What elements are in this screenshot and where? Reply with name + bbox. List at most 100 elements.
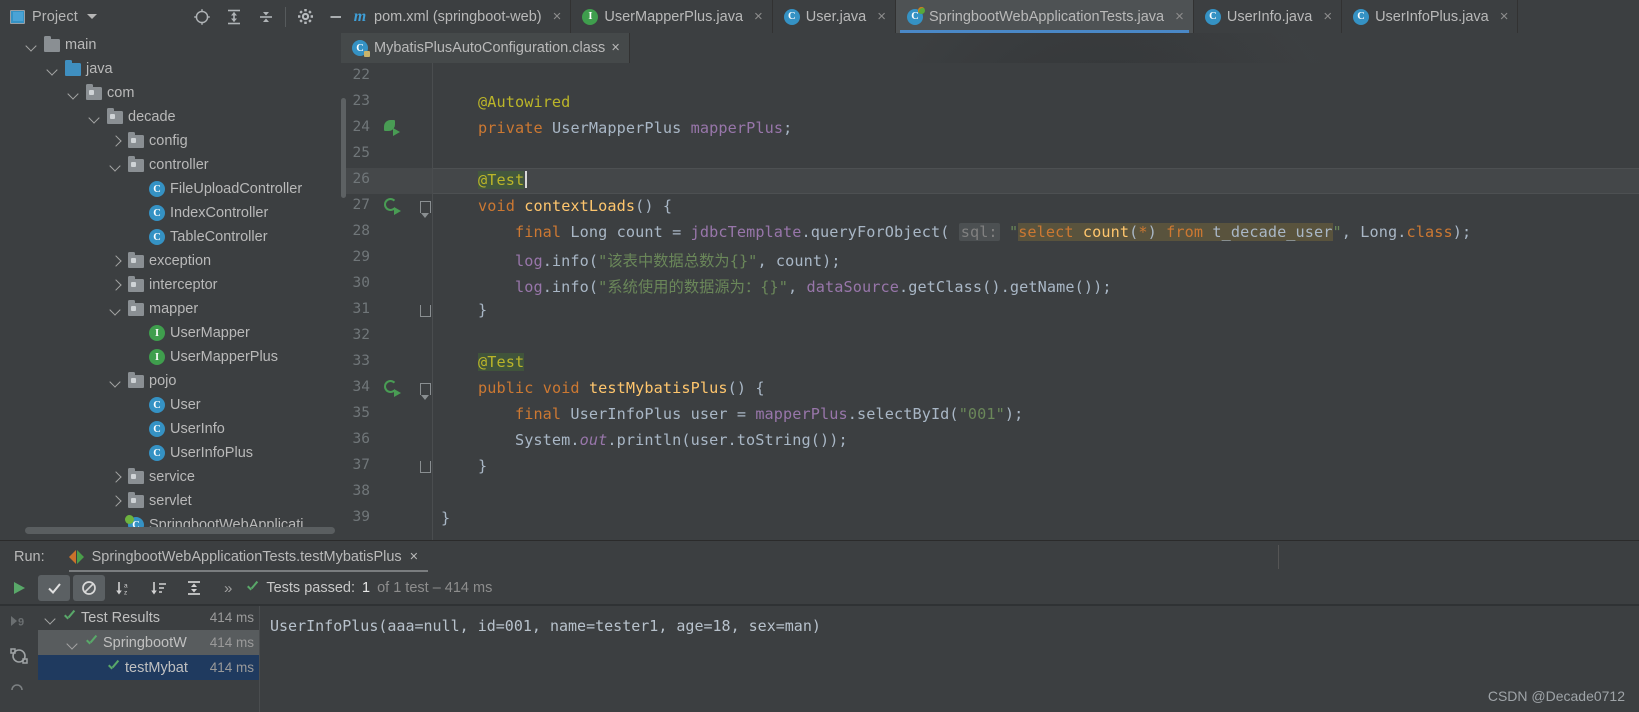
tree-node-servlet[interactable]: servlet (0, 489, 341, 513)
tree-node-usermapperplus[interactable]: I UserMapperPlus (0, 345, 341, 369)
chevron-down-icon[interactable] (66, 636, 80, 650)
fold-region-start-icon[interactable] (418, 200, 432, 218)
project-panel-header[interactable]: Project (0, 0, 190, 33)
gutter-line-number: 22 (352, 67, 370, 83)
tree-node-user[interactable]: C User (0, 393, 341, 417)
show-ignored-toggle[interactable] (73, 575, 105, 601)
run-configuration-name: SpringbootWebApplicationTests.testMybati… (91, 548, 402, 565)
editor-tab-userinfo-java[interactable]: C UserInfo.java × (1193, 0, 1343, 33)
tree-node-exception[interactable]: exception (0, 249, 341, 273)
chevron-right-icon[interactable] (109, 470, 123, 484)
debug-resume-icon[interactable]: 9 (9, 611, 29, 636)
close-icon[interactable]: × (1323, 9, 1332, 24)
test-result-row-test-results[interactable]: Test Results 414 ms (38, 605, 260, 630)
close-icon[interactable]: × (1500, 9, 1509, 24)
tree-node-controller[interactable]: controller (0, 153, 341, 177)
close-icon[interactable]: × (410, 549, 418, 565)
chevron-right-icon[interactable] (109, 254, 123, 268)
project-tree[interactable]: main java com decade config controller C FileUp… (0, 33, 341, 540)
tree-node-com[interactable]: com (0, 81, 341, 105)
chevron-down-icon[interactable] (86, 14, 97, 19)
run-configuration-icon (68, 549, 84, 564)
tree-node-userinfoplus[interactable]: C UserInfoPlus (0, 441, 341, 465)
close-icon[interactable]: × (754, 9, 763, 24)
chevron-down-icon[interactable] (46, 62, 60, 76)
tree-node-label: pojo (149, 373, 177, 389)
tree-node-tablecontroller[interactable]: C TableController (0, 225, 341, 249)
close-icon[interactable]: × (611, 40, 619, 56)
chevron-down-icon[interactable] (67, 86, 81, 100)
run-test-gutter-icon[interactable] (381, 198, 403, 219)
chevron-down-icon[interactable] (88, 110, 102, 124)
close-icon[interactable]: × (553, 9, 562, 24)
expand-collapse-button[interactable] (178, 575, 210, 601)
more-options-button[interactable]: » (224, 580, 232, 597)
tree-node-mapper[interactable]: mapper (0, 297, 341, 321)
test-passed-icon (85, 636, 98, 649)
chevron-right-icon[interactable] (109, 278, 123, 292)
locate-icon[interactable] (186, 0, 218, 33)
rerun-button[interactable] (3, 575, 35, 601)
chevron-down-icon[interactable] (109, 302, 123, 316)
rerun-tests-icon[interactable] (9, 646, 29, 671)
settings-gear-icon[interactable] (289, 0, 321, 33)
tree-node-usermapper[interactable]: I UserMapper (0, 321, 341, 345)
editor-gutter[interactable]: 22 23 24 25 26 27 28 29 30 31 32 33 34 35 36 37 38 39 (341, 63, 433, 540)
tree-horizontal-scrollbar[interactable] (25, 527, 335, 534)
tree-node-decade[interactable]: decade (0, 105, 341, 129)
editor-tab-userinfoplus-java[interactable]: C UserInfoPlus.java × (1342, 0, 1519, 33)
code-text-area[interactable]: @Autowired private UserMapperPlus mapper… (433, 63, 1639, 540)
run-configuration-tab[interactable]: SpringbootWebApplicationTests.testMybati… (68, 541, 429, 572)
chevron-down-icon[interactable] (25, 38, 39, 52)
tree-node-pojo[interactable]: pojo (0, 369, 341, 393)
fold-region-end-icon[interactable] (418, 304, 432, 322)
close-icon[interactable]: × (877, 9, 886, 24)
tree-node-main[interactable]: main (0, 33, 341, 57)
tree-node-indexcontroller[interactable]: C IndexController (0, 201, 341, 225)
rerun-failed-icon[interactable] (9, 681, 29, 700)
tree-node-fileuploadcontroller[interactable]: C FileUploadController (0, 177, 341, 201)
tree-node-interceptor[interactable]: interceptor (0, 273, 341, 297)
sort-by-duration-button[interactable] (143, 575, 175, 601)
tree-node-service[interactable]: service (0, 465, 341, 489)
chevron-down-icon[interactable] (109, 374, 123, 388)
test-results-tree[interactable]: Test Results 414 ms SpringbootW 414 ms testM… (38, 605, 260, 712)
editor-tab-strip-row1: m pom.xml (springboot-web) × I UserMapperPlu… (341, 0, 1639, 33)
code-editor[interactable]: 22 23 24 25 26 27 28 29 30 31 32 33 34 35 36 37 38 39 @Au… (341, 63, 1639, 540)
tree-node-label: controller (149, 157, 209, 173)
chevron-right-icon[interactable] (109, 494, 123, 508)
editor-tab-pom-xml-springboot-web-[interactable]: m pom.xml (springboot-web) × (341, 0, 572, 33)
editor-tab-springbootwebapplicationtests-java[interactable]: C SpringbootWebApplicationTests.java × (896, 0, 1194, 33)
expand-all-icon[interactable] (218, 0, 250, 33)
chevron-down-icon[interactable] (44, 611, 58, 625)
run-test-gutter-icon[interactable] (381, 380, 403, 401)
fold-region-end-icon[interactable] (418, 460, 432, 478)
tree-node-java[interactable]: java (0, 57, 341, 81)
gutter-line-number: 29 (352, 249, 370, 265)
editor-tab-usermapperplus-java[interactable]: I UserMapperPlus.java × (571, 0, 773, 33)
tab-label: User.java (805, 8, 867, 25)
close-icon[interactable]: × (1175, 9, 1184, 24)
test-result-row-testmybat[interactable]: testMybat 414 ms (38, 655, 260, 680)
show-passed-toggle[interactable] (38, 575, 70, 601)
chevron-down-icon[interactable] (109, 158, 123, 172)
editor-tab-mybatisplusautoconfiguration-class[interactable]: C MybatisPlusAutoConfiguration.class × (341, 33, 630, 63)
chevron-right-icon[interactable] (109, 134, 123, 148)
collapse-all-icon[interactable] (250, 0, 282, 33)
class-icon: C (149, 181, 165, 197)
tree-node-label: servlet (149, 493, 192, 509)
tree-node-config[interactable]: config (0, 129, 341, 153)
test-result-row-springbootw[interactable]: SpringbootW 414 ms (38, 630, 260, 655)
sort-alphabetically-button[interactable]: a z (108, 575, 140, 601)
editor-tab-user-java[interactable]: C User.java × (772, 0, 896, 33)
console-output[interactable]: UserInfoPlus(aaa=null, id=001, name=test… (260, 605, 1639, 712)
code-line-29: log.info("该表中数据总数为{}", count); (514, 252, 841, 270)
editor-vertical-scrollbar[interactable] (341, 98, 346, 198)
code-line-24: private UserMapperPlus mapperPlus; (477, 119, 793, 137)
spring-bean-gutter-icon[interactable] (381, 120, 403, 141)
tree-node-userinfo[interactable]: C UserInfo (0, 417, 341, 441)
fold-region-start-icon[interactable] (418, 382, 432, 400)
